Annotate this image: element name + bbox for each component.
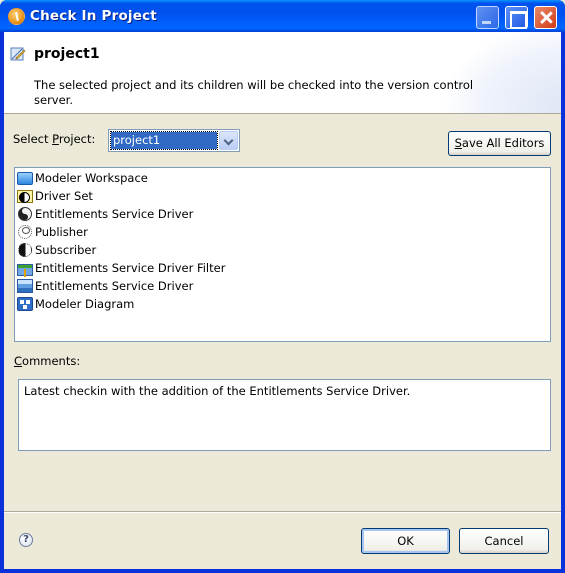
driver-icon xyxy=(17,279,33,293)
header-title: project1 xyxy=(34,46,100,62)
tree-item-entitlements-driver-2[interactable]: Entitlements Service Driver xyxy=(17,277,548,295)
chevron-down-icon[interactable] xyxy=(219,131,238,150)
tree-item-label: Driver Set xyxy=(35,189,93,203)
project-tree[interactable]: Modeler Workspace Driver Set Entitlement… xyxy=(14,167,551,342)
tree-item-publisher[interactable]: Publisher xyxy=(17,223,548,241)
workspace-icon xyxy=(17,172,33,185)
button-label: ave All Editors xyxy=(461,136,545,150)
tree-item-label: Subscriber xyxy=(35,243,97,257)
label-text: roject: xyxy=(58,132,96,146)
filter-icon xyxy=(17,263,33,277)
label-mnemonic: P xyxy=(52,132,59,146)
comments-label: Comments: xyxy=(14,354,80,368)
publisher-icon xyxy=(18,225,32,239)
tree-item-label: Publisher xyxy=(35,225,88,239)
comments-textarea[interactable]: Latest checkin with the addition of the … xyxy=(18,379,551,451)
label-mnemonic: C xyxy=(14,354,23,368)
tree-item-subscriber[interactable]: Subscriber xyxy=(17,241,548,259)
save-all-editors-button[interactable]: Save All Editors xyxy=(448,131,551,156)
diagram-icon xyxy=(17,297,33,311)
ok-button[interactable]: OK xyxy=(361,528,450,554)
select-project-label: Select Project: xyxy=(13,132,95,146)
tree-item-entitlements-driver[interactable]: Entitlements Service Driver xyxy=(17,205,548,223)
help-icon[interactable]: ? xyxy=(19,533,33,547)
tree-item-label: Entitlements Service Driver xyxy=(35,279,194,293)
subscriber-icon xyxy=(18,243,32,257)
dialog-body: project1 The selected project and its ch… xyxy=(4,32,561,569)
driver-set-icon xyxy=(17,189,33,203)
project-select-value[interactable]: project1 xyxy=(110,131,218,150)
tree-item-modeler-workspace[interactable]: Modeler Workspace xyxy=(17,169,548,187)
tree-item-modeler-diagram[interactable]: Modeler Diagram xyxy=(17,295,548,313)
minimize-button[interactable] xyxy=(476,6,499,29)
tree-item-label: Modeler Workspace xyxy=(35,171,148,185)
project-select[interactable]: project1 xyxy=(108,129,240,152)
dialog-header: project1 The selected project and its ch… xyxy=(4,32,561,114)
driver-yin-yang-icon xyxy=(18,207,32,221)
tree-item-label: Entitlements Service Driver Filter xyxy=(35,261,226,275)
header-description: The selected project and its children wi… xyxy=(34,78,474,107)
tree-item-label: Entitlements Service Driver xyxy=(35,207,194,221)
label-text: omments: xyxy=(22,354,81,368)
title-bar[interactable]: Check In Project xyxy=(0,0,565,32)
maximize-button[interactable] xyxy=(505,6,528,29)
tree-item-driver-set[interactable]: Driver Set xyxy=(17,187,548,205)
app-icon xyxy=(8,8,25,25)
label-text: Select xyxy=(13,132,53,146)
footer-divider xyxy=(4,511,561,513)
window-title: Check In Project xyxy=(30,8,157,24)
tree-item-label: Modeler Diagram xyxy=(35,297,135,311)
close-button[interactable] xyxy=(534,6,557,29)
project-edit-icon xyxy=(10,47,26,61)
button-mnemonic: S xyxy=(454,136,462,150)
tree-item-driver-filter[interactable]: Entitlements Service Driver Filter xyxy=(17,259,548,277)
dialog-window: Check In Project project1 The selected p… xyxy=(0,0,565,573)
cancel-button[interactable]: Cancel xyxy=(459,528,549,554)
